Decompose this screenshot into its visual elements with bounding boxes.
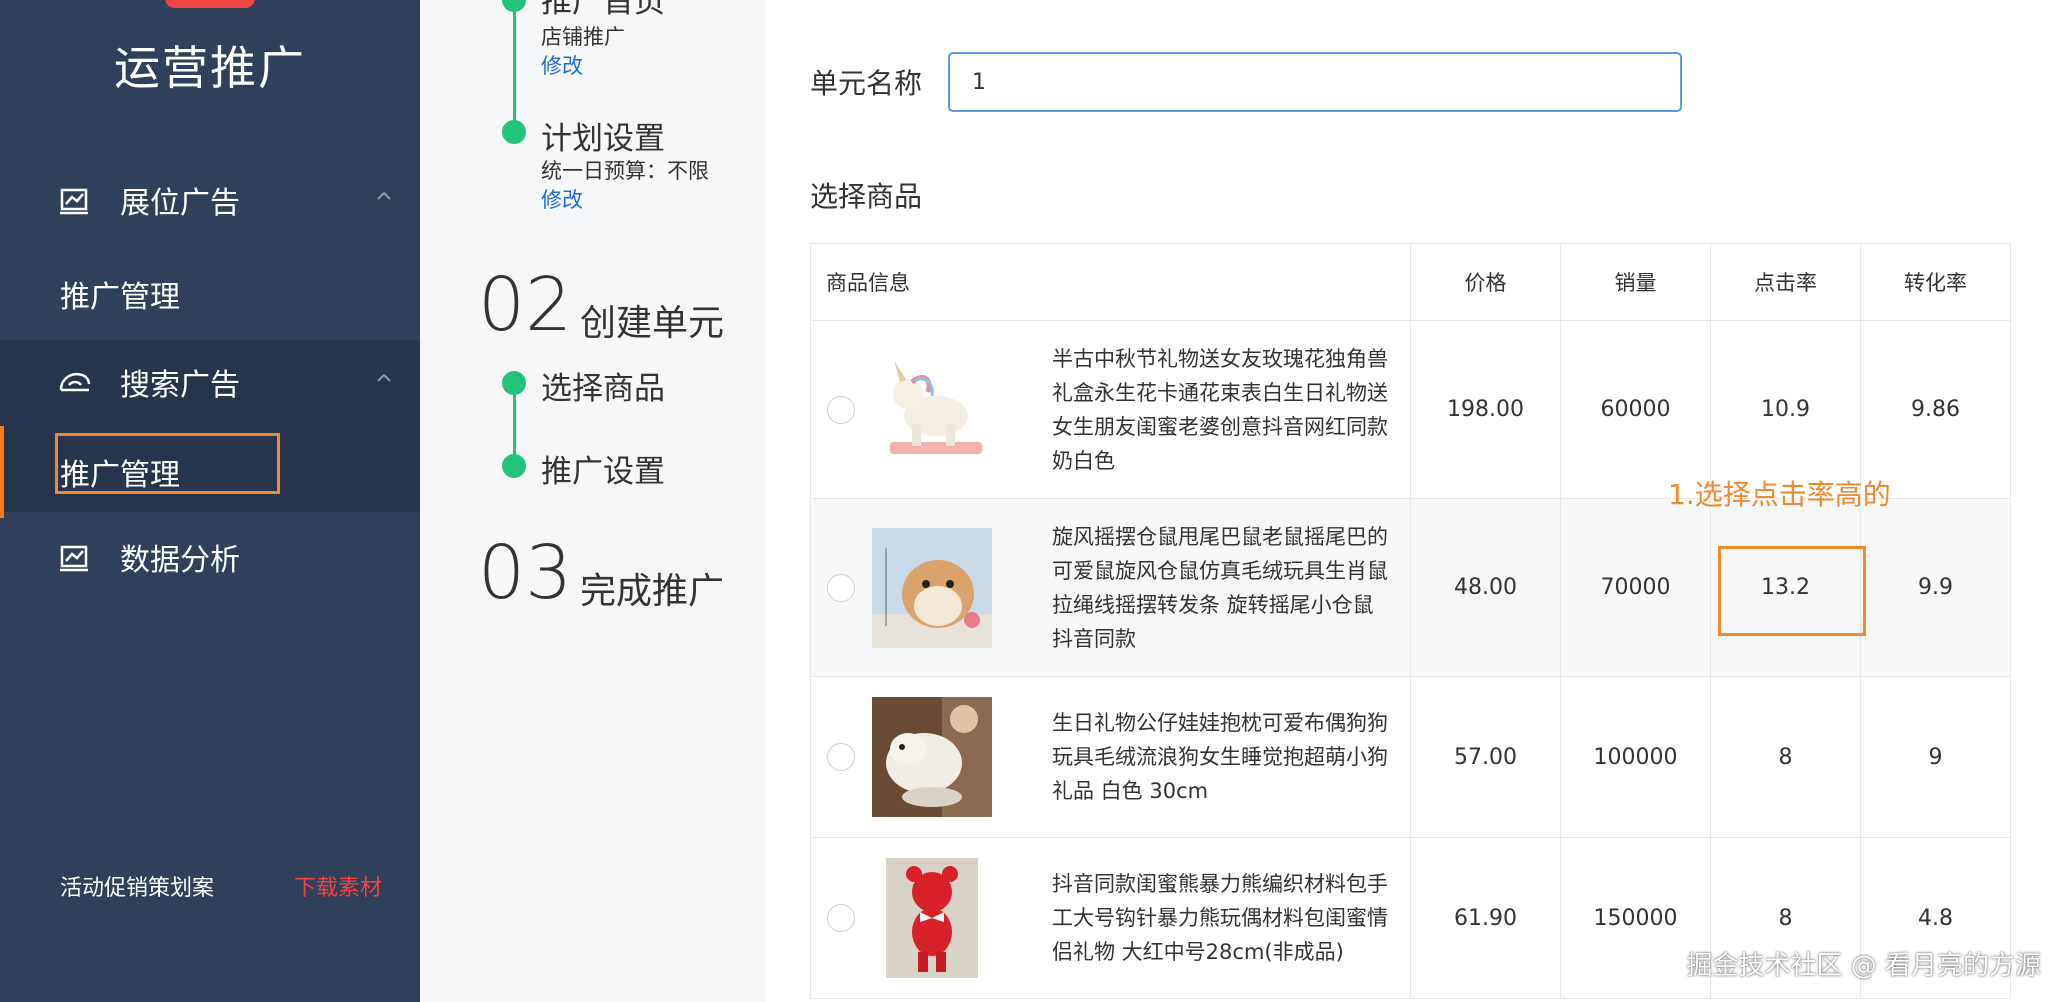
sales-cell: 70000 bbox=[1560, 498, 1711, 677]
column-header-info: 商品信息 bbox=[810, 243, 1411, 321]
column-header-cvr: 转化率 bbox=[1860, 243, 2011, 321]
product-info-cell: 旋风摇摆仓鼠甩尾巴鼠老鼠摇尾巴的可爱鼠旋风仓鼠仿真毛绒玩具生肖鼠拉绳线摇摆转发条… bbox=[810, 498, 1411, 677]
select-products-title: 选择商品 bbox=[810, 180, 923, 213]
product-info-cell: 抖音同款闺蜜熊暴力熊编织材料包手工大号钩针暴力熊玩偶材料包闺蜜情侣礼物 大红中号… bbox=[810, 837, 1411, 999]
annotation-text: 1.选择点击率高的 bbox=[1668, 478, 1891, 511]
phase-number: 03 bbox=[478, 530, 573, 616]
product-image-dog bbox=[872, 697, 992, 817]
menu-group-search-ad[interactable]: 搜索广告 bbox=[0, 340, 420, 426]
step-title-select: 选择商品 bbox=[541, 371, 665, 407]
ctr-cell: 10.9 bbox=[1710, 320, 1861, 499]
sales-cell: 100000 bbox=[1560, 676, 1711, 838]
step-sub-plan: 统一日预算：不限 bbox=[541, 159, 709, 183]
phase-label: 创建单元 bbox=[580, 303, 725, 344]
unit-name-label: 单元名称 bbox=[810, 67, 923, 100]
select-radio[interactable] bbox=[827, 574, 855, 602]
product-image-hamster bbox=[872, 528, 992, 648]
select-radio[interactable] bbox=[827, 396, 855, 424]
table-row[interactable]: 生日礼物公仔娃娃抱枕可爱布偶狗狗玩具毛绒流浪狗女生睡觉抱超萌小狗礼品 白色 30… bbox=[810, 676, 2011, 838]
sales-cell: 60000 bbox=[1560, 320, 1711, 499]
table-header-row: 商品信息 价格 销量 点击率 转化率 bbox=[810, 243, 2011, 321]
product-info-cell: 半古中秋节礼物送女友玫瑰花独角兽礼盒永生花卡通花束表白生日礼物送女生朋友闺蜜老婆… bbox=[810, 320, 1411, 499]
step-dot bbox=[502, 0, 526, 12]
cvr-cell: 9.9 bbox=[1860, 498, 2011, 677]
cvr-cell: 9.86 bbox=[1860, 320, 2011, 499]
ctr-cell: 8 bbox=[1710, 676, 1861, 838]
highlight-box-ctr bbox=[1718, 546, 1866, 636]
column-header-ctr: 点击率 bbox=[1710, 243, 1861, 321]
step-sub-home: 店铺推广 bbox=[541, 25, 625, 49]
highlight-box-search-manage bbox=[55, 433, 280, 494]
price-cell: 61.90 bbox=[1410, 837, 1561, 999]
step-title-home: 推广首页 bbox=[541, 0, 665, 20]
phase-label: 完成推广 bbox=[580, 571, 725, 612]
chevron-up-icon bbox=[377, 191, 391, 200]
select-radio[interactable] bbox=[827, 904, 855, 932]
select-radio[interactable] bbox=[827, 743, 855, 771]
price-cell: 57.00 bbox=[1410, 676, 1561, 838]
download-material-link[interactable]: 下载素材 bbox=[294, 870, 382, 902]
column-header-sales: 销量 bbox=[1560, 243, 1711, 321]
edit-plan-link[interactable]: 修改 bbox=[541, 184, 583, 214]
display-ad-icon bbox=[60, 188, 88, 215]
product-name: 抖音同款闺蜜熊暴力熊编织材料包手工大号钩针暴力熊玩偶材料包闺蜜情侣礼物 大红中号… bbox=[1052, 872, 1388, 964]
step-dot bbox=[502, 120, 526, 144]
promo-plan-link[interactable]: 活动促销策划案 bbox=[60, 870, 214, 902]
menu-group-display-ad[interactable]: 展位广告 bbox=[0, 158, 420, 244]
product-info-cell: 生日礼物公仔娃娃抱枕可爱布偶狗狗玩具毛绒流浪狗女生睡觉抱超萌小狗礼品 白色 30… bbox=[810, 676, 1411, 838]
steps-panel: 推广首页 店铺推广 修改 计划设置 统一日预算：不限 修改 02 创建单元 选择… bbox=[420, 0, 765, 1002]
product-image-unicorn bbox=[890, 360, 982, 454]
edit-home-link[interactable]: 修改 bbox=[541, 50, 583, 80]
product-name: 半古中秋节礼物送女友玫瑰花独角兽礼盒永生花卡通花束表白生日礼物送女生朋友闺蜜老婆… bbox=[1052, 347, 1388, 473]
table-row[interactable]: 半古中秋节礼物送女友玫瑰花独角兽礼盒永生花卡通花束表白生日礼物送女生朋友闺蜜老婆… bbox=[810, 320, 2011, 499]
product-image-bear bbox=[886, 858, 978, 978]
unit-name-input[interactable] bbox=[948, 52, 1682, 112]
price-cell: 48.00 bbox=[1410, 498, 1561, 677]
sidebar-item-label: 推广管理 bbox=[60, 280, 180, 315]
chevron-up-icon bbox=[377, 373, 391, 382]
step-dot bbox=[502, 371, 526, 395]
step-connector bbox=[513, 0, 516, 132]
step-title-plan: 计划设置 bbox=[541, 121, 665, 157]
cvr-cell: 9 bbox=[1860, 676, 2011, 838]
watermark: 掘金技术社区 @ 看月亮的方源 bbox=[1686, 951, 2041, 981]
step-title-setting: 推广设置 bbox=[541, 454, 665, 490]
sidebar: 运营推广 展位广告 推广管理 搜索广告 推广管理 数据分析 活动促销策划案 下载… bbox=[0, 0, 420, 1002]
product-name: 生日礼物公仔娃娃抱枕可爱布偶狗狗玩具毛绒流浪狗女生睡觉抱超萌小狗礼品 白色 30… bbox=[1052, 711, 1388, 803]
product-name: 旋风摇摆仓鼠甩尾巴鼠老鼠摇尾巴的可爱鼠旋风仓鼠仿真毛绒玩具生肖鼠拉绳线摇摆转发条… bbox=[1052, 525, 1388, 651]
sidebar-item-display-manage[interactable]: 推广管理 bbox=[0, 252, 420, 332]
sidebar-item-label: 数据分析 bbox=[120, 543, 240, 578]
column-header-price: 价格 bbox=[1410, 243, 1561, 321]
step-dot bbox=[502, 454, 526, 478]
menu-group-label: 展位广告 bbox=[120, 186, 240, 221]
data-analysis-icon bbox=[60, 545, 88, 572]
price-cell: 198.00 bbox=[1410, 320, 1561, 499]
sidebar-item-data-analysis[interactable]: 数据分析 bbox=[0, 515, 420, 601]
menu-group-label: 搜索广告 bbox=[120, 368, 240, 403]
search-ad-icon bbox=[59, 373, 91, 392]
logo-badge bbox=[165, 0, 255, 8]
phase-number: 02 bbox=[478, 262, 573, 348]
app-title: 运营推广 bbox=[114, 41, 306, 95]
